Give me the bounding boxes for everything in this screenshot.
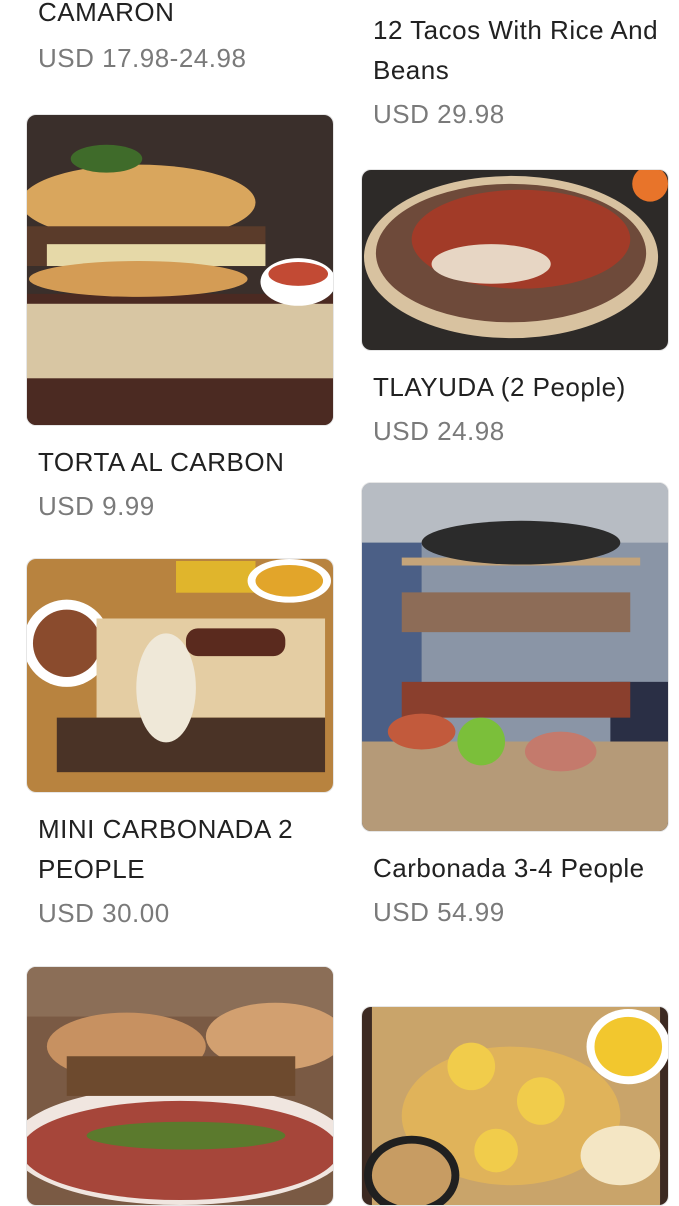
item-photo[interactable] <box>361 482 669 832</box>
item-price: USD 17.98-24.98 <box>38 43 247 73</box>
item-photo[interactable] <box>361 1006 669 1206</box>
item-name: TLAYUDA (2 People) <box>373 372 626 402</box>
item-photo[interactable] <box>361 169 669 351</box>
item-photo[interactable] <box>26 558 334 793</box>
item-photo[interactable] <box>26 114 334 426</box>
item-price: USD 54.99 <box>373 897 505 927</box>
item-price: USD 24.98 <box>373 416 505 446</box>
menu-item-camaron[interactable]: CAMARON USD 17.98-24.98 <box>26 0 334 78</box>
menu-item-pineapple-chicken[interactable] <box>361 1006 669 1206</box>
item-name: TORTA AL CARBON <box>38 447 285 477</box>
item-name: 12 Tacos With Rice And Beans <box>373 15 659 85</box>
item-price: USD 30.00 <box>38 898 170 928</box>
item-name: Carbonada 3-4 People <box>373 853 645 883</box>
menu-item-12-tacos[interactable]: 12 Tacos With Rice And Beans USD 29.98 <box>361 10 669 134</box>
menu-item-carbonada-3-4[interactable]: Carbonada 3-4 People USD 54.99 <box>361 482 669 932</box>
menu-item-torta-al-carbon[interactable]: TORTA AL CARBON USD 9.99 <box>26 114 334 526</box>
item-name: CAMARON <box>38 0 175 27</box>
item-name: MINI CARBONADA 2 PEOPLE <box>38 814 294 884</box>
menu-item-mini-carbonada[interactable]: MINI CARBONADA 2 PEOPLE USD 30.00 <box>26 558 334 933</box>
menu-item-sandwich[interactable] <box>26 966 334 1206</box>
item-price: USD 9.99 <box>38 491 155 521</box>
item-price: USD 29.98 <box>373 99 505 129</box>
menu-item-tlayuda[interactable]: TLAYUDA (2 People) USD 24.98 <box>361 169 669 451</box>
item-photo[interactable] <box>26 966 334 1206</box>
